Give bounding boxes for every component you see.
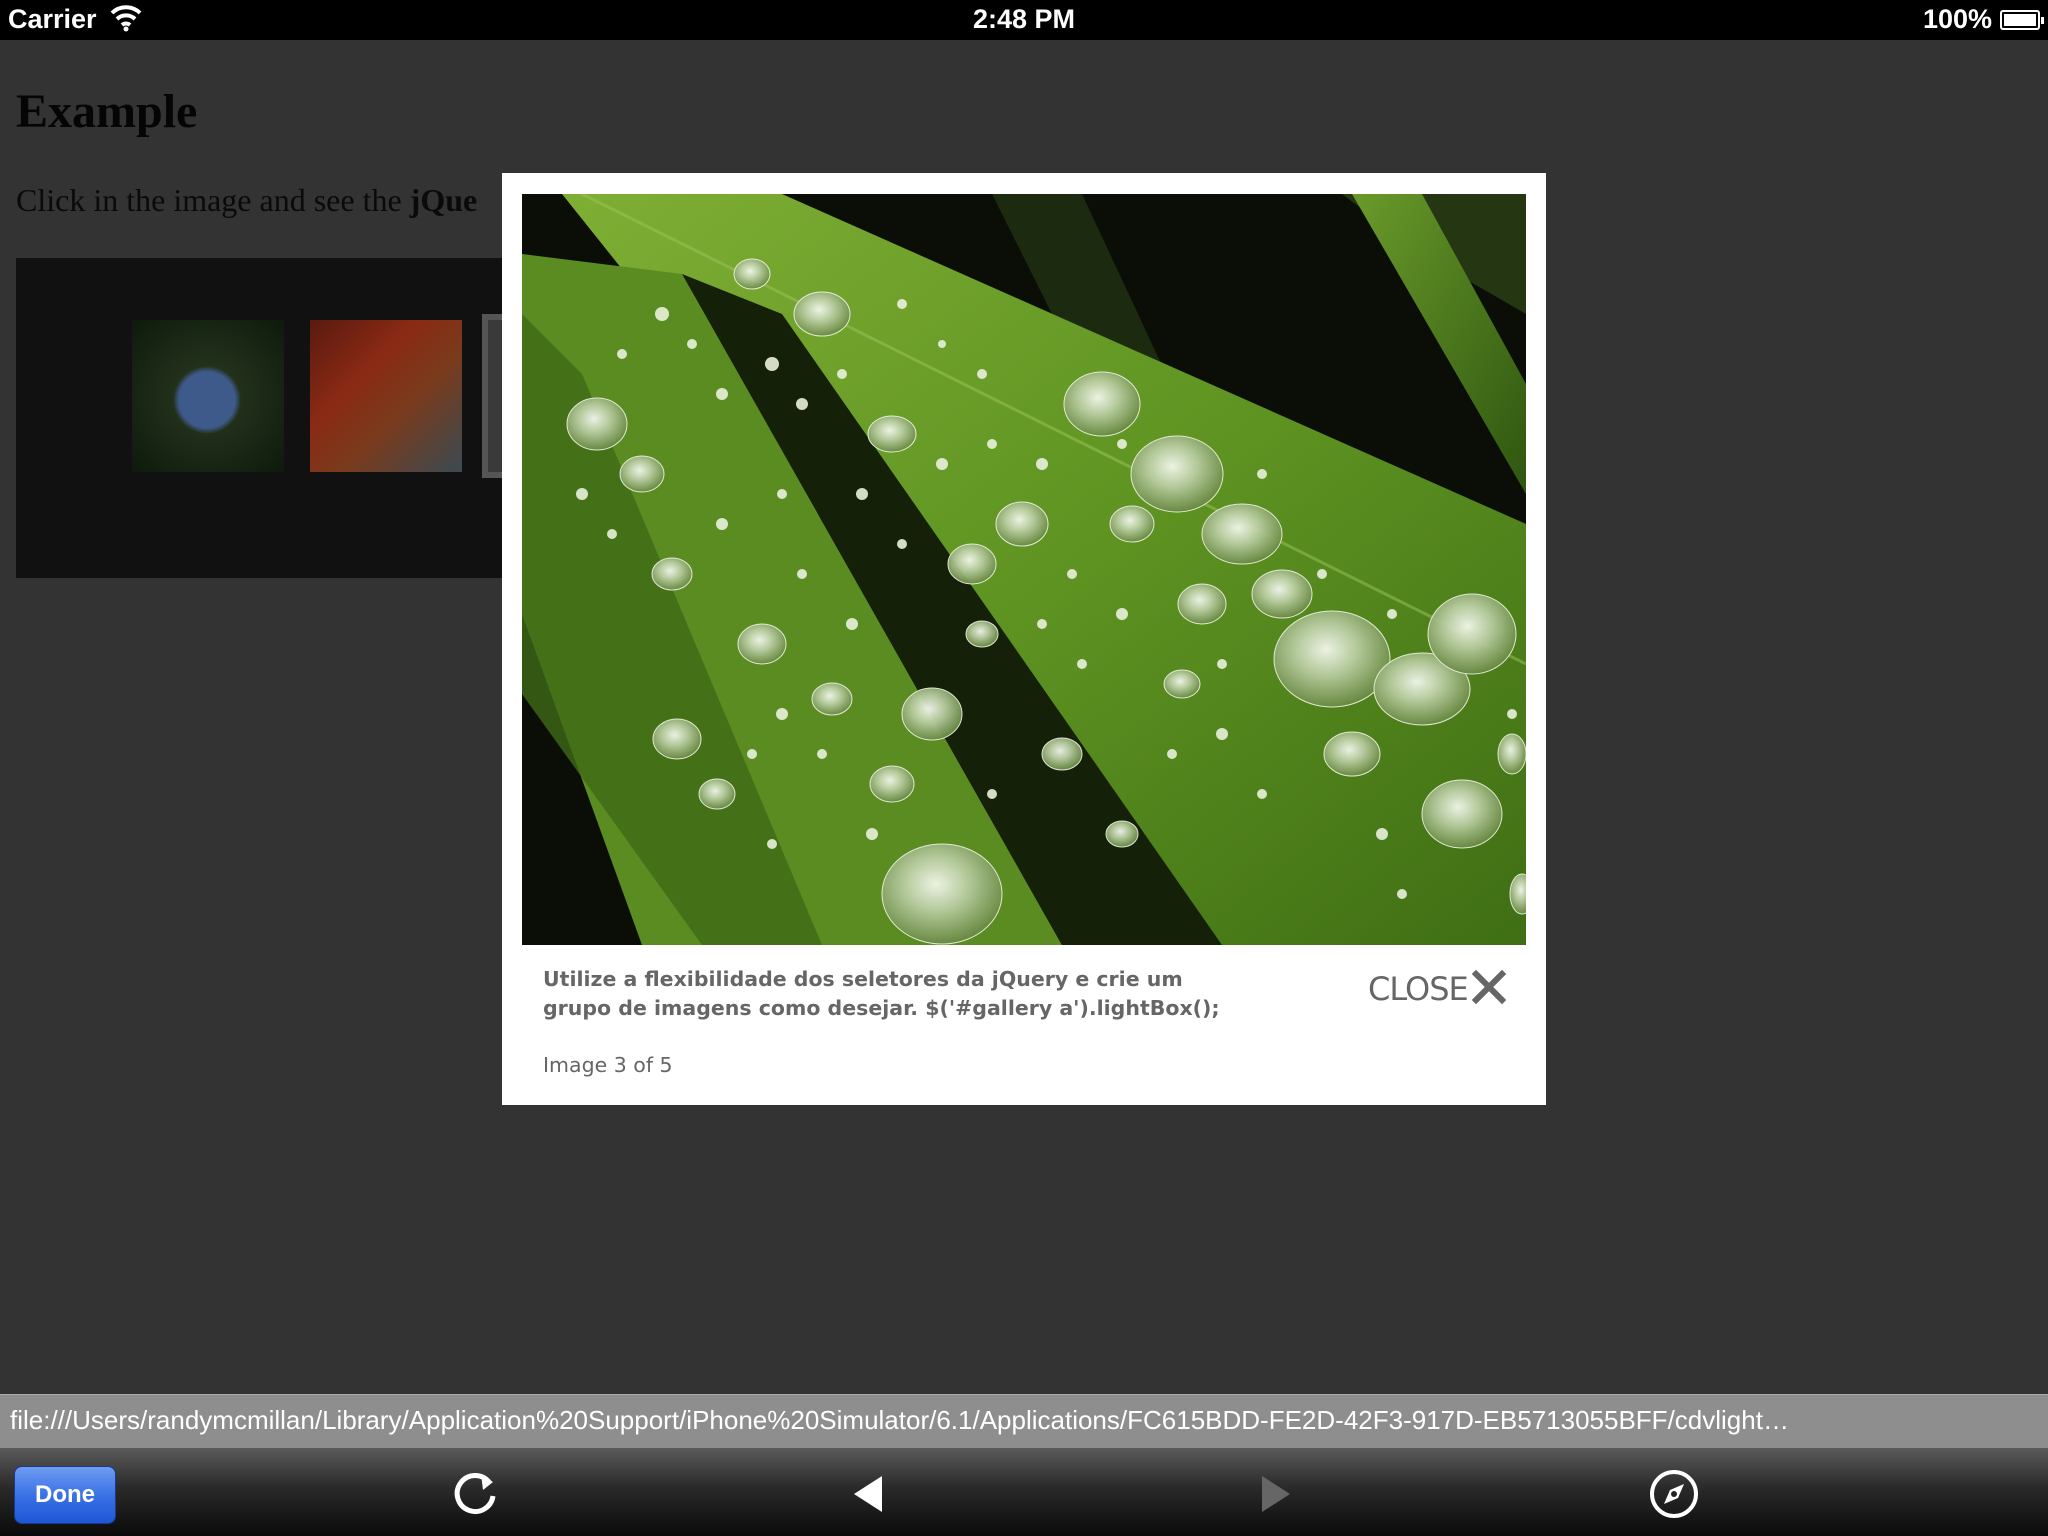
battery-percent: 100%: [1922, 4, 1992, 34]
close-label: CLOSE: [1368, 970, 1469, 1008]
lightbox-image[interactable]: [522, 194, 1526, 945]
refresh-icon[interactable]: [449, 1468, 501, 1520]
image-caption: Utilize a flexibilidade dos seletores da…: [543, 967, 1220, 1020]
intro-text: Click in the image and see the jQue: [16, 182, 477, 219]
lightbox: Utilize a flexibilidade dos seletores da…: [502, 173, 1546, 1105]
forward-icon[interactable]: [1248, 1468, 1300, 1520]
battery-icon: [2000, 10, 2044, 30]
gallery-thumbnail[interactable]: [310, 320, 462, 472]
image-counter: Image 3 of 5: [543, 1053, 673, 1077]
page-title: Example: [16, 85, 198, 138]
done-button[interactable]: Done: [14, 1466, 116, 1524]
gallery: [16, 258, 556, 578]
safari-compass-icon[interactable]: [1648, 1468, 1700, 1520]
bottom-toolbar: Done: [0, 1448, 2048, 1536]
close-icon: [1470, 968, 1508, 1011]
back-icon[interactable]: [844, 1468, 896, 1520]
status-bar: Carrier 2:48 PM 100%: [0, 0, 2048, 40]
intro-text-bold: jQue: [409, 182, 478, 218]
clock: 2:48 PM: [972, 4, 1076, 34]
gallery-thumbnail[interactable]: [132, 320, 284, 472]
close-button[interactable]: CLOSE: [1368, 969, 1508, 1009]
intro-text-prefix: Click in the image and see the: [16, 182, 410, 218]
url-text: file:///Users/randymcmillan/Library/Appl…: [10, 1405, 1789, 1435]
url-bar: file:///Users/randymcmillan/Library/Appl…: [0, 1394, 2048, 1448]
lightbox-details: Utilize a flexibilidade dos seletores da…: [502, 965, 1546, 1105]
